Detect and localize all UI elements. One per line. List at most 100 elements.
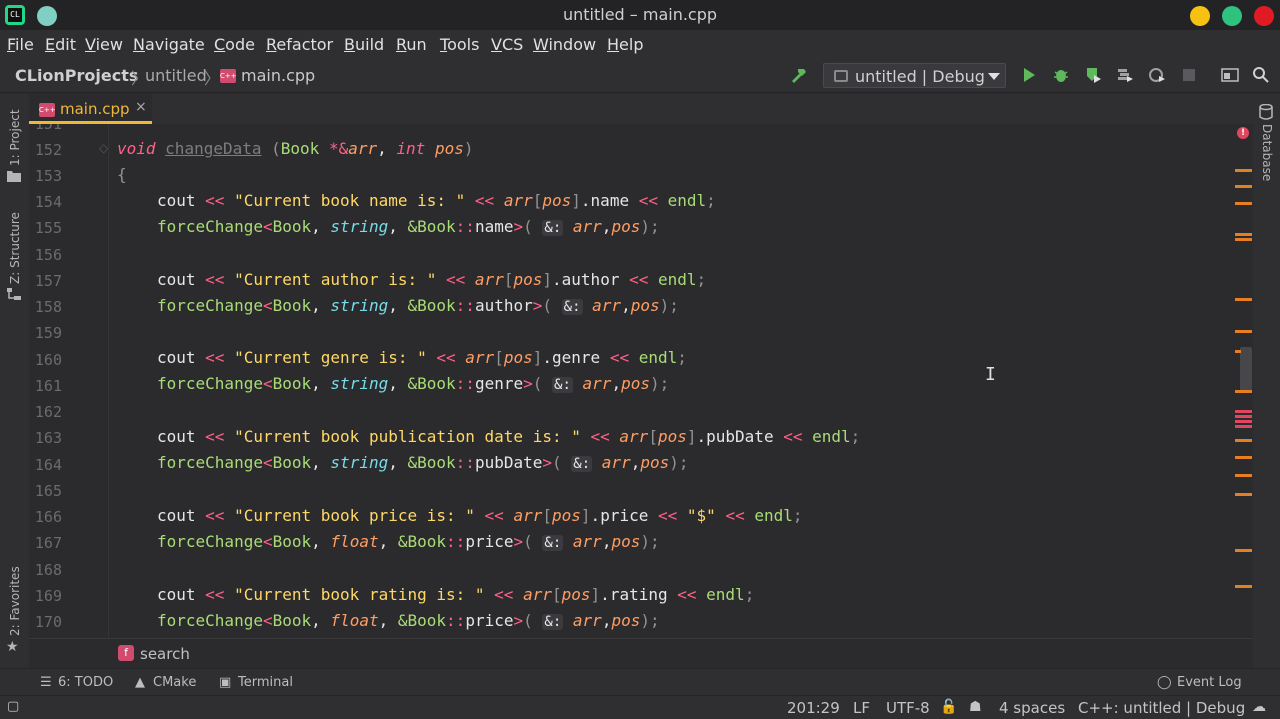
- line-number: 163: [34, 429, 62, 447]
- file-encoding[interactable]: UTF-8: [886, 699, 930, 717]
- cpp-file-icon: C++: [39, 103, 56, 117]
- line-number: 166: [34, 508, 62, 526]
- indent-setting[interactable]: 4 spaces: [999, 699, 1065, 717]
- line-separator[interactable]: LF: [853, 699, 870, 717]
- error-stripe-mark[interactable]: [1235, 493, 1252, 496]
- line-number: 165: [34, 482, 62, 500]
- left-tool-strip: 1: Project Z: Structure 2: Favorites ★: [0, 94, 29, 668]
- error-stripe-mark[interactable]: [1235, 549, 1252, 552]
- build-hammer-icon[interactable]: [790, 66, 808, 84]
- parameter-hint: &:: [542, 220, 564, 236]
- cmake-tool-button[interactable]: CMake: [153, 675, 196, 690]
- breadcrumb-file[interactable]: main.cpp: [241, 66, 315, 85]
- menu-edit[interactable]: Edit: [45, 35, 76, 54]
- code-editor[interactable]: 151 152 153 154 155 156 157 158 159 160 …: [29, 124, 1253, 638]
- stop-icon[interactable]: [1180, 66, 1198, 84]
- close-window-button[interactable]: [1254, 6, 1274, 26]
- debug-bug-icon[interactable]: [1052, 66, 1070, 84]
- minimize-button[interactable]: [1190, 6, 1210, 26]
- menu-refactor[interactable]: Refactor: [266, 35, 333, 54]
- error-stripe-mark[interactable]: [1235, 420, 1252, 423]
- line-number: 154: [34, 193, 62, 211]
- code-line-166: cout << "Current book price is: " << arr…: [157, 506, 803, 525]
- code-line-167: forceChange<Book, float, &Book::price>( …: [157, 532, 660, 551]
- tab-main-cpp[interactable]: C++ main.cpp ×: [29, 94, 152, 124]
- notifications-icon[interactable]: ☁: [1252, 699, 1266, 715]
- database-tool-button[interactable]: Database: [1260, 124, 1274, 181]
- menu-file[interactable]: File: [7, 35, 34, 54]
- maximize-button[interactable]: [1222, 6, 1242, 26]
- error-stripe-mark[interactable]: [1235, 350, 1241, 353]
- config-icon: [834, 70, 848, 82]
- menu-help[interactable]: Help: [607, 35, 643, 54]
- menu-code[interactable]: Code: [214, 35, 255, 54]
- terminal-tool-button[interactable]: Terminal: [238, 675, 293, 690]
- error-stripe-mark[interactable]: [1235, 330, 1252, 333]
- line-number: 169: [34, 587, 62, 605]
- search-everywhere-icon[interactable]: [1252, 66, 1270, 84]
- fold-marker-icon[interactable]: ◇: [99, 141, 108, 155]
- breadcrumb-function[interactable]: search: [140, 645, 190, 663]
- project-structure-icon[interactable]: [1221, 66, 1239, 84]
- error-stripe-mark[interactable]: [1235, 169, 1252, 172]
- menu-navigate[interactable]: Navigate: [133, 35, 205, 54]
- parameter-hint: &:: [561, 299, 583, 315]
- error-stripe-mark[interactable]: [1235, 390, 1252, 393]
- code-breadcrumb-strip: f search: [29, 638, 1253, 668]
- project-tool-button[interactable]: 1: Project: [8, 109, 22, 166]
- caret-position[interactable]: 201:29: [787, 699, 840, 717]
- error-stripe-mark[interactable]: [1235, 185, 1252, 188]
- run-icon[interactable]: [1020, 66, 1038, 84]
- error-stripe-mark[interactable]: [1235, 474, 1252, 477]
- error-indicator-icon[interactable]: !: [1237, 127, 1249, 139]
- error-stripe-mark[interactable]: [1235, 415, 1252, 418]
- breadcrumb-folder[interactable]: untitled: [145, 66, 207, 85]
- line-number: 157: [34, 272, 62, 290]
- line-number: 152: [34, 141, 62, 159]
- menu-tools[interactable]: Tools: [440, 35, 479, 54]
- menu-window[interactable]: Window: [533, 35, 596, 54]
- error-stripe-mark[interactable]: [1235, 410, 1252, 413]
- terminal-icon: ▣: [219, 675, 232, 690]
- run-configuration-select[interactable]: untitled | Debug: [823, 63, 1006, 88]
- panel-toggle-icon[interactable]: ▢: [7, 699, 19, 714]
- menu-view[interactable]: View: [85, 35, 123, 54]
- line-number: 158: [34, 298, 62, 316]
- status-bar: ▢ 201:29 LF UTF-8 🔓 ☗ 4 spaces C++: unti…: [0, 695, 1280, 719]
- structure-tool-button[interactable]: Z: Structure: [8, 212, 22, 284]
- error-stripe-mark[interactable]: [1235, 298, 1252, 301]
- close-tab-icon[interactable]: ×: [135, 99, 147, 115]
- error-stripe-mark[interactable]: [1235, 238, 1252, 241]
- profile-icon[interactable]: [1116, 66, 1134, 84]
- menu-run[interactable]: Run: [396, 35, 427, 54]
- event-log-button[interactable]: Event Log: [1177, 675, 1242, 690]
- window-title: untitled – main.cpp: [562, 5, 718, 24]
- breadcrumb-project[interactable]: CLionProjects: [15, 66, 138, 85]
- error-stripe-mark[interactable]: [1235, 585, 1252, 588]
- function-icon: f: [118, 645, 134, 661]
- menu-build[interactable]: Build: [344, 35, 384, 54]
- speech-bubble-icon: ◯: [1157, 675, 1172, 690]
- line-number: 156: [34, 246, 62, 264]
- todo-tool-button[interactable]: 6: TODO: [58, 675, 113, 690]
- editor-scrollbar-thumb[interactable]: [1240, 347, 1252, 391]
- error-stripe-mark[interactable]: [1235, 456, 1252, 459]
- favorites-tool-button[interactable]: 2: Favorites: [8, 566, 22, 636]
- error-stripe-mark[interactable]: [1235, 202, 1252, 205]
- run-configuration-label: untitled | Debug: [855, 67, 985, 86]
- text-cursor-icon: I: [985, 364, 996, 385]
- inspector-icon[interactable]: ☗: [969, 699, 982, 715]
- valgrind-icon[interactable]: [1148, 66, 1166, 84]
- context-selector[interactable]: C++: untitled | Debug: [1078, 699, 1245, 717]
- line-number: 164: [34, 456, 62, 474]
- code-line-170: forceChange<Book, float, &Book::price>( …: [157, 611, 660, 630]
- error-stripe-mark[interactable]: [1235, 425, 1252, 428]
- triangle-icon: ▲: [135, 675, 145, 690]
- run-with-coverage-icon[interactable]: [1084, 66, 1102, 84]
- code-line-157: cout << "Current author is: " << arr[pos…: [157, 270, 707, 289]
- error-stripe-mark[interactable]: [1235, 439, 1252, 442]
- lock-icon[interactable]: 🔓: [940, 699, 957, 715]
- menu-vcs[interactable]: VCS: [491, 35, 523, 54]
- tab-label: main.cpp: [60, 100, 130, 118]
- error-stripe-mark[interactable]: [1235, 233, 1252, 236]
